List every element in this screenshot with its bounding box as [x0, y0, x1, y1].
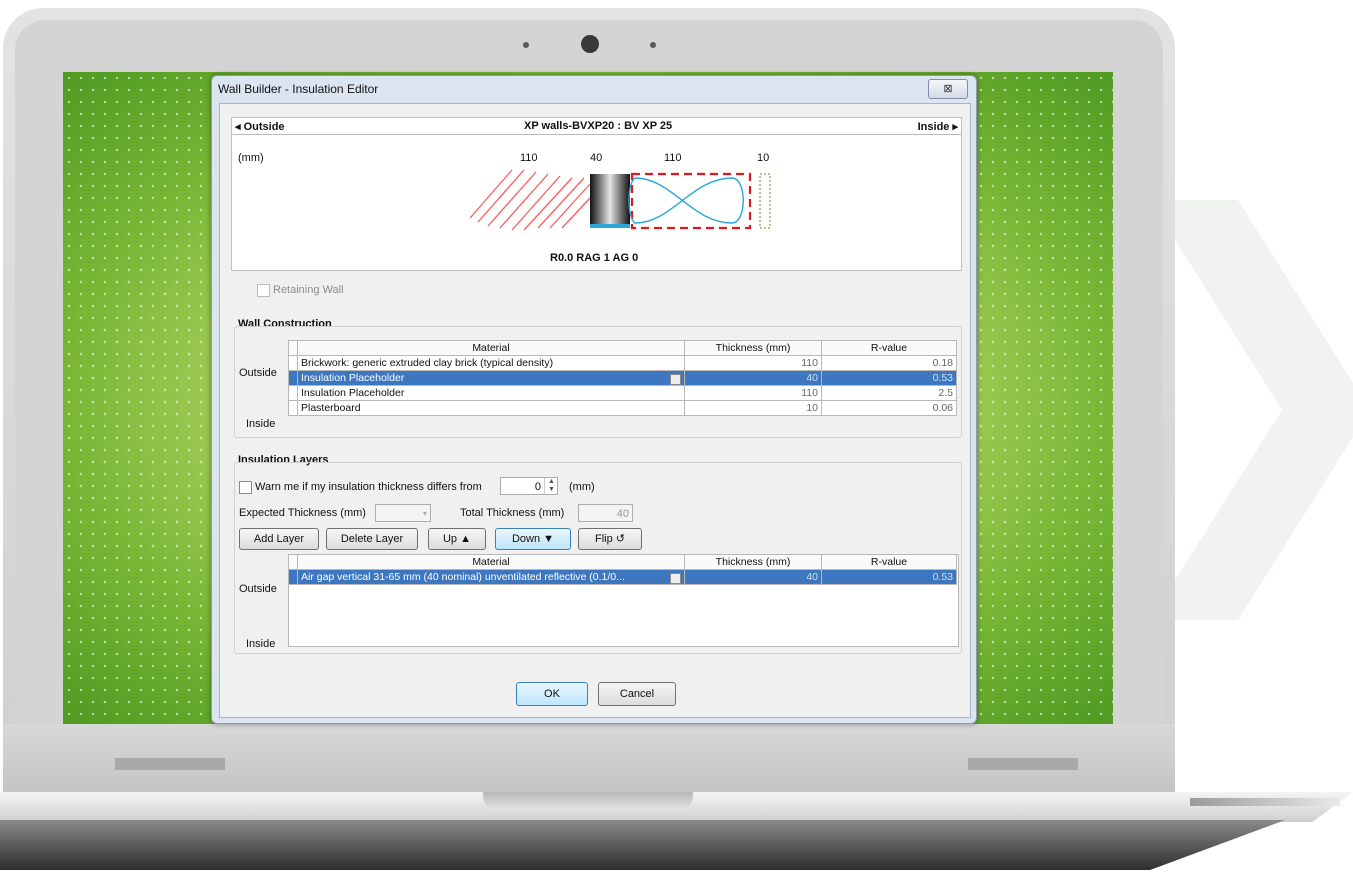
- r-value-cell: 2.5: [821, 385, 957, 401]
- thickness-cell: 40: [684, 569, 822, 585]
- expected-thickness-select[interactable]: ▾: [375, 504, 431, 522]
- table-row[interactable]: Brickwork: generic extruded clay brick (…: [288, 355, 957, 371]
- warn-label: Warn me if my insulation thickness diffe…: [255, 481, 482, 493]
- r-value-cell: 0.53: [821, 370, 957, 386]
- thickness-cell: 40: [684, 370, 822, 386]
- ellipsis-button[interactable]: [670, 572, 681, 584]
- laptop-side-port: [1190, 798, 1340, 806]
- move-up-button[interactable]: Up ▲: [428, 528, 486, 550]
- laptop-notch: [483, 792, 693, 810]
- table-row[interactable]: Plasterboard 10 0.06: [288, 400, 957, 416]
- column-header-r-value[interactable]: R-value: [821, 554, 957, 570]
- retaining-wall-label: Retaining Wall: [273, 284, 344, 296]
- r-value-cell: 0.18: [821, 355, 957, 371]
- material-cell: Insulation Placeholder: [297, 385, 685, 401]
- air-gap-layer: [590, 174, 630, 226]
- warn-checkbox[interactable]: [239, 481, 252, 494]
- total-thickness-label: Total Thickness (mm): [460, 507, 565, 519]
- thickness-cell: 10: [684, 400, 822, 416]
- flip-button[interactable]: Flip ↺: [578, 528, 642, 550]
- dialog-titlebar[interactable]: Wall Builder - Insulation Editor ⊠: [212, 76, 976, 102]
- dialog-body: ◂ Outside XP walls-BVXP20 : BV XP 25 Ins…: [219, 103, 971, 718]
- ok-button[interactable]: OK: [516, 682, 588, 706]
- insulation-editor-dialog: Wall Builder - Insulation Editor ⊠ ◂ Out…: [211, 75, 977, 724]
- add-layer-button[interactable]: Add Layer: [239, 528, 319, 550]
- close-button[interactable]: ⊠: [928, 79, 968, 99]
- chevron-down-icon: ▾: [422, 509, 427, 518]
- expected-thickness-label: Expected Thickness (mm): [239, 507, 366, 519]
- background-decoration: [1150, 200, 1353, 620]
- warn-unit: (mm): [569, 481, 595, 493]
- material-text: Air gap vertical 31-65 mm (40 nominal) u…: [301, 570, 625, 583]
- r-value-cell: 0.06: [821, 400, 957, 416]
- hinge-right: [968, 758, 1078, 770]
- move-down-button[interactable]: Down ▼: [495, 528, 571, 550]
- rating-label: R0.0 RAG 1 AG 0: [550, 252, 639, 264]
- wc-outside-label: Outside: [239, 367, 277, 379]
- table-row-selected[interactable]: Air gap vertical 31-65 mm (40 nominal) u…: [288, 569, 957, 585]
- column-header-r-value[interactable]: R-value: [821, 340, 957, 356]
- material-cell: Plasterboard: [297, 400, 685, 416]
- column-header-thickness[interactable]: Thickness (mm): [684, 340, 822, 356]
- retaining-wall-checkbox[interactable]: [257, 284, 270, 297]
- column-header-material[interactable]: Material: [297, 340, 685, 356]
- camera-dot-left: [523, 42, 529, 48]
- dialog-title: Wall Builder - Insulation Editor: [218, 82, 379, 96]
- hinge-left: [115, 758, 225, 770]
- material-cell: Brickwork: generic extruded clay brick (…: [297, 355, 685, 371]
- material-cell: Insulation Placeholder: [297, 370, 685, 386]
- il-inside-label: Inside: [246, 638, 276, 650]
- camera-icon: [581, 35, 599, 53]
- il-outside-label: Outside: [239, 583, 277, 595]
- brick-hatch-icon: [469, 169, 591, 231]
- material-cell: Air gap vertical 31-65 mm (40 nominal) u…: [297, 569, 685, 585]
- r-value-cell: 0.53: [821, 569, 957, 585]
- insulation-layers-table: Material Thickness (mm) R-value Air gap …: [288, 554, 957, 585]
- thickness-cell: 110: [684, 355, 822, 371]
- wall-preview: ◂ Outside XP walls-BVXP20 : BV XP 25 Ins…: [231, 117, 962, 271]
- plasterboard-layer: [759, 173, 771, 229]
- camera-dot-right: [650, 42, 656, 48]
- laptop-base-shadow: [0, 820, 1286, 870]
- delete-layer-button[interactable]: Delete Layer: [326, 528, 418, 550]
- spinner-arrows-icon[interactable]: ▲ ▼: [544, 478, 558, 494]
- wall-construction-table: Material Thickness (mm) R-value Brickwor…: [288, 340, 957, 416]
- thickness-cell: 110: [684, 385, 822, 401]
- material-text: Insulation Placeholder: [301, 371, 405, 384]
- wc-inside-label: Inside: [246, 418, 276, 430]
- table-row-selected[interactable]: Insulation Placeholder 40 0.53: [288, 370, 957, 386]
- cancel-button[interactable]: Cancel: [598, 682, 676, 706]
- table-row[interactable]: Insulation Placeholder 110 2.5: [288, 385, 957, 401]
- wall-section-drawing: [469, 169, 771, 231]
- warn-value: 0: [534, 481, 541, 493]
- column-header-thickness[interactable]: Thickness (mm): [684, 554, 822, 570]
- ellipsis-button[interactable]: [670, 373, 681, 385]
- total-thickness-field: 40: [578, 504, 633, 522]
- column-header-material[interactable]: Material: [297, 554, 685, 570]
